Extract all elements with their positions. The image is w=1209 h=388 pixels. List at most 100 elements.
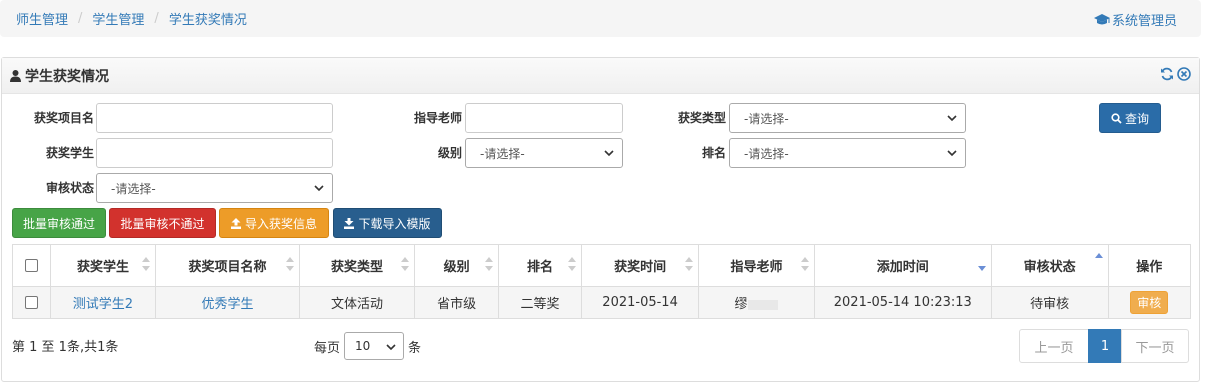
sort-icon (568, 257, 577, 271)
table-row: 测试学生2 优秀学生 文体活动 省市级 二等奖 2021-05-14 缪 202… (12, 286, 1192, 319)
award-project-input[interactable] (96, 103, 333, 133)
level-label: 级别 (437, 146, 462, 160)
cell-type: 文体活动 (298, 286, 416, 319)
sort-icon (401, 257, 410, 271)
search-icon (1111, 112, 1122, 124)
select-all-header (12, 244, 51, 287)
panel-tools (1160, 67, 1191, 81)
header-award-type[interactable]: 获奖类型 (298, 244, 416, 287)
import-awards-label: 导入获奖信息 (244, 216, 317, 231)
sort-icon (484, 257, 493, 271)
header-label: 获奖项目名称 (188, 260, 267, 275)
admin-label: 系统管理员 (1111, 14, 1177, 29)
audit-button[interactable]: 审核 (1130, 291, 1169, 314)
query-button[interactable]: 查询 (1099, 103, 1161, 133)
rank-select-value: -请选择- (744, 146, 789, 161)
advisor-input[interactable] (465, 103, 623, 133)
row-checkbox[interactable] (24, 296, 38, 309)
award-project-label: 获奖项目名 (33, 111, 94, 125)
award-student-input[interactable] (96, 138, 333, 168)
advisor-label: 指导老师 (413, 111, 462, 125)
panel-heading: 学生获奖情况 (2, 58, 1199, 94)
chevron-down-icon (947, 150, 957, 157)
per-page-control: 每页 10 条 (314, 332, 421, 360)
header-award-date[interactable]: 获奖时间 (581, 244, 700, 287)
student-link[interactable]: 测试学生2 (73, 297, 133, 312)
breadcrumb-separator: / (154, 11, 159, 26)
graduation-cap-icon (1093, 13, 1110, 24)
batch-approve-button[interactable]: 批量审核通过 (12, 208, 106, 238)
cell-status: 待审核 (990, 286, 1109, 319)
header-advisor[interactable]: 指导老师 (698, 244, 815, 287)
close-icon[interactable] (1177, 67, 1191, 81)
download-icon (344, 217, 355, 229)
row-select-cell (12, 286, 51, 319)
download-template-button[interactable]: 下载导入模版 (333, 208, 442, 238)
next-page-button[interactable]: 下一页 (1121, 329, 1189, 363)
per-page-suffix: 条 (408, 340, 422, 356)
table-header-row: 获奖学生 获奖项目名称 获奖类型 级别 排名 获奖时间 指导老师 添加时间 审核… (12, 244, 1192, 287)
breadcrumb-item-teacher-student-mgmt[interactable]: 师生管理 (16, 9, 68, 28)
refresh-icon[interactable] (1160, 67, 1174, 81)
panel-title: 学生获奖情况 (25, 68, 109, 85)
breadcrumb-item-student-mgmt[interactable]: 学生管理 (92, 9, 144, 28)
header-actions: 操作 (1107, 244, 1192, 287)
rank-select[interactable]: -请选择- (729, 138, 966, 168)
project-link[interactable]: 优秀学生 (201, 297, 253, 312)
header-label: 审核状态 (1023, 260, 1076, 275)
chevron-down-icon (947, 115, 957, 122)
user-icon (10, 69, 21, 82)
sort-icon (685, 257, 694, 271)
per-page-select[interactable]: 10 (344, 332, 405, 360)
pagination-summary: 第 1 至 1条,共1条 (12, 340, 119, 355)
header-rank[interactable]: 排名 (497, 244, 583, 287)
pagination: 上一页 1 下一页 (1019, 329, 1189, 363)
per-page-value: 10 (355, 339, 371, 353)
cell-advisor: 缪 (698, 286, 815, 319)
cell-student: 测试学生2 (49, 286, 157, 319)
upload-icon (230, 217, 241, 229)
review-status-select[interactable]: -请选择- (96, 173, 333, 203)
header-added-time[interactable]: 添加时间 (813, 244, 992, 287)
cell-award-date: 2021-05-14 (581, 286, 700, 319)
cell-added-time: 2021-05-14 10:23:13 (813, 286, 992, 319)
batch-reject-button[interactable]: 批量审核不通过 (109, 208, 216, 238)
header-label: 添加时间 (876, 260, 929, 275)
header-label: 获奖类型 (331, 260, 384, 275)
cell-rank: 二等奖 (497, 286, 583, 319)
award-type-select-value: -请选择- (744, 111, 789, 126)
header-label: 获奖学生 (76, 260, 129, 275)
header-label: 操作 (1136, 260, 1163, 275)
award-type-select[interactable]: -请选择- (729, 103, 966, 133)
awards-panel: 学生获奖情况 获奖项目名 指导老师 获奖类型 -请选择- 查询 获奖学生 级别 … (1, 57, 1200, 382)
import-awards-button[interactable]: 导入获奖信息 (219, 208, 329, 238)
review-status-select-value: -请选择- (111, 181, 156, 196)
page-number-button[interactable]: 1 (1088, 329, 1122, 363)
prev-page-button[interactable]: 上一页 (1019, 329, 1089, 363)
header-level[interactable]: 级别 (414, 244, 499, 287)
admin-user-menu[interactable]: 系统管理员 (1093, 10, 1177, 29)
chevron-down-icon (386, 344, 396, 351)
review-status-label: 审核状态 (45, 181, 94, 195)
query-button-label: 查询 (1124, 111, 1149, 126)
header-award-project[interactable]: 获奖项目名称 (155, 244, 300, 287)
sort-icon (285, 257, 294, 271)
header-review-status[interactable]: 审核状态 (990, 244, 1109, 287)
award-student-label: 获奖学生 (45, 146, 94, 160)
breadcrumb-item-student-awards[interactable]: 学生获奖情况 (169, 9, 247, 28)
header-award-student[interactable]: 获奖学生 (49, 244, 157, 287)
header-label: 级别 (443, 260, 470, 275)
level-select[interactable]: -请选择- (465, 138, 623, 168)
cell-actions: 审核 (1107, 286, 1192, 319)
level-select-value: -请选择- (480, 146, 525, 161)
chevron-down-icon (604, 150, 614, 157)
select-all-checkbox[interactable] (24, 259, 38, 272)
sort-desc-icon (977, 266, 986, 271)
sort-asc-icon (1094, 253, 1103, 258)
rank-label: 排名 (701, 146, 726, 160)
redacted-mask (748, 299, 779, 310)
header-label: 获奖时间 (614, 260, 667, 275)
sort-icon (142, 257, 151, 271)
breadcrumb: 师生管理 / 学生管理 / 学生获奖情况 系统管理员 (0, 0, 1201, 37)
advisor-name: 缪 (734, 297, 748, 312)
